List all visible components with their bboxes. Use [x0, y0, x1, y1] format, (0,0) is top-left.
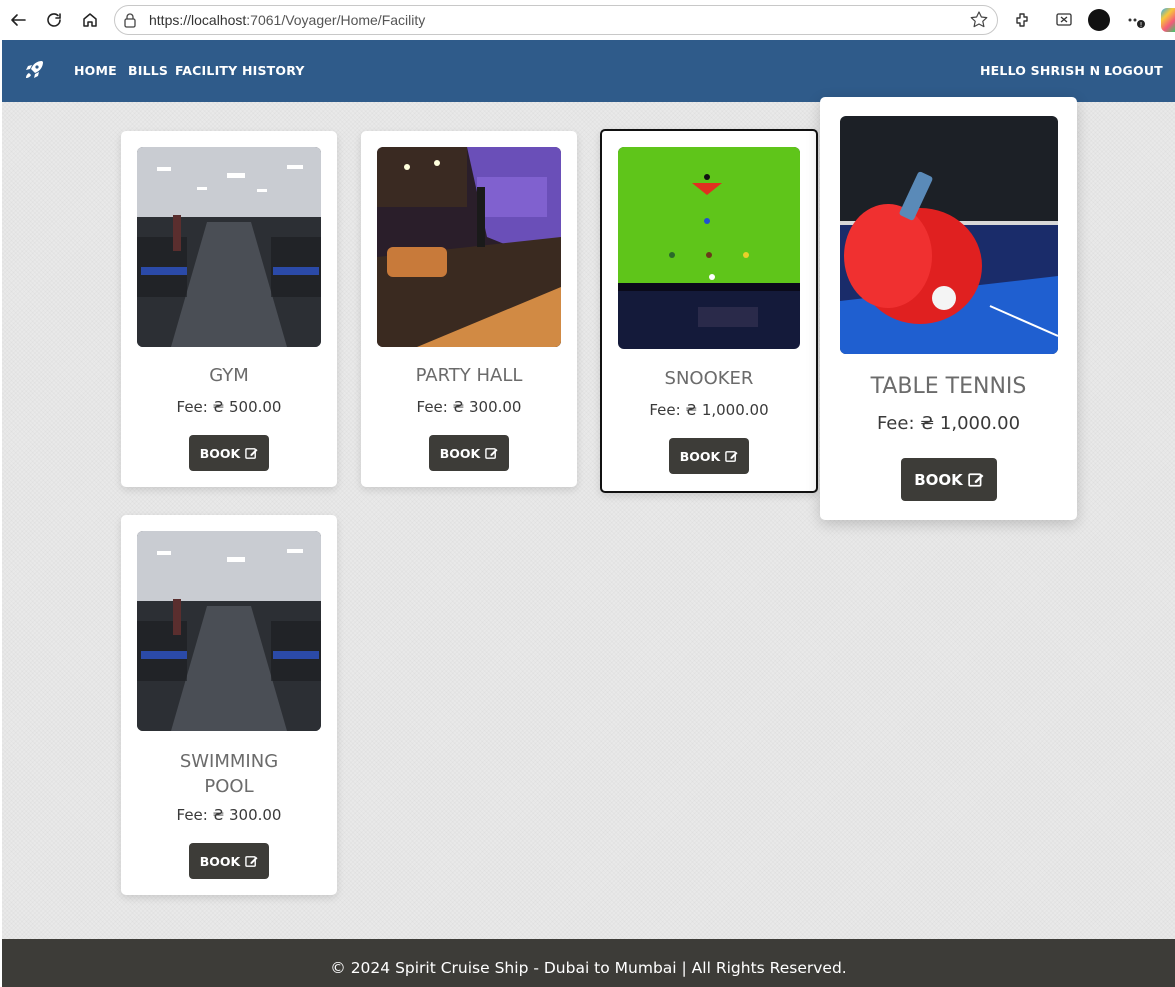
- book-label: BOOK: [439, 445, 481, 461]
- book-label: BOOK: [914, 470, 963, 489]
- facility-fee: Fee: ₴ 300.00: [416, 398, 522, 416]
- url-host: https://localhost: [149, 12, 247, 28]
- facility-card-party-hall: PARTY HALL Fee: ₴ 300.00 BOOK: [361, 131, 577, 487]
- facility-name: TABLE TENNIS: [870, 374, 1027, 399]
- browser-toolbar: https://localhost:7061/Voyager/Home/Faci…: [0, 0, 1175, 40]
- page: HOME BILLS FACILITY HISTORY HELLO SHRISH…: [2, 40, 1175, 987]
- book-label: BOOK: [199, 445, 241, 461]
- facility-name: SNOOKER: [664, 368, 754, 389]
- edit-icon: [725, 450, 738, 462]
- facility-name: PARTY HALL: [415, 365, 523, 386]
- party-hall-photo: [377, 147, 561, 347]
- swimming-pool-photo: [137, 531, 321, 731]
- rocket-icon[interactable]: [22, 58, 46, 82]
- back-icon[interactable]: [6, 8, 30, 32]
- footer: © 2024 Spirit Cruise Ship - Dubai to Mum…: [2, 939, 1175, 987]
- facility-fee: Fee: ₴ 1,000.00: [649, 401, 769, 419]
- profile-avatar[interactable]: [1087, 8, 1111, 32]
- facility-card-table-tennis: TABLE TENNIS Fee: ₴ 1,000.00 BOOK: [820, 97, 1077, 520]
- snooker-photo: [618, 147, 800, 349]
- nav-bills-link[interactable]: BILLS: [128, 63, 168, 78]
- book-gym-button[interactable]: BOOK: [189, 435, 269, 471]
- user-greeting: HELLO SHRISH N !: [980, 63, 1111, 78]
- address-bar[interactable]: https://localhost:7061/Voyager/Home/Faci…: [114, 5, 998, 35]
- favorite-star-icon[interactable]: [969, 10, 989, 34]
- svg-text:!: !: [1140, 21, 1143, 29]
- nav-home-link[interactable]: HOME: [74, 63, 117, 78]
- book-snooker-button[interactable]: BOOK: [669, 438, 749, 474]
- edit-icon: [245, 855, 258, 867]
- book-party-hall-button[interactable]: BOOK: [429, 435, 509, 471]
- book-table-tennis-button[interactable]: BOOK: [901, 458, 997, 501]
- url-text: https://localhost:7061/Voyager/Home/Faci…: [149, 12, 425, 28]
- table-tennis-photo: [840, 116, 1058, 354]
- book-label: BOOK: [199, 853, 241, 869]
- edit-icon: [245, 447, 258, 459]
- edit-icon: [485, 447, 498, 459]
- facility-name-line2: POOL: [204, 776, 254, 797]
- edit-icon: [968, 472, 984, 487]
- footer-copyright: © 2024 Spirit Cruise Ship - Dubai to Mum…: [330, 959, 847, 977]
- facility-fee: Fee: ₴ 1,000.00: [876, 413, 1021, 434]
- more-options-icon[interactable]: !: [1124, 8, 1148, 32]
- extensions-icon[interactable]: [1010, 8, 1034, 32]
- facility-card-swimming-pool: SWIMMING POOL Fee: ₴ 300.00 BOOK: [121, 515, 337, 895]
- facility-card-gym: GYM Fee: ₴ 500.00 BOOK: [121, 131, 337, 487]
- screenshot-icon[interactable]: [1052, 8, 1076, 32]
- facility-card-snooker: SNOOKER Fee: ₴ 1,000.00 BOOK: [600, 129, 818, 493]
- facility-name: GYM: [209, 365, 249, 386]
- lock-icon[interactable]: [123, 12, 137, 32]
- copilot-icon[interactable]: [1161, 8, 1175, 32]
- book-label: BOOK: [679, 448, 721, 464]
- nav-logout-link[interactable]: LOGOUT: [1104, 63, 1163, 78]
- navbar: HOME BILLS FACILITY HISTORY HELLO SHRISH…: [2, 40, 1175, 102]
- facility-fee: Fee: ₴ 500.00: [176, 398, 282, 416]
- book-swimming-pool-button[interactable]: BOOK: [189, 843, 269, 879]
- refresh-icon[interactable]: [42, 8, 66, 32]
- gym-photo: [137, 147, 321, 347]
- facility-name-line1: SWIMMING: [179, 751, 279, 772]
- facility-name: SWIMMING POOL: [121, 749, 337, 799]
- facility-fee: Fee: ₴ 300.00: [176, 806, 282, 824]
- nav-facility-history-link[interactable]: FACILITY HISTORY: [175, 63, 305, 78]
- home-icon[interactable]: [78, 8, 102, 32]
- url-path: :7061/Voyager/Home/Facility: [246, 12, 426, 28]
